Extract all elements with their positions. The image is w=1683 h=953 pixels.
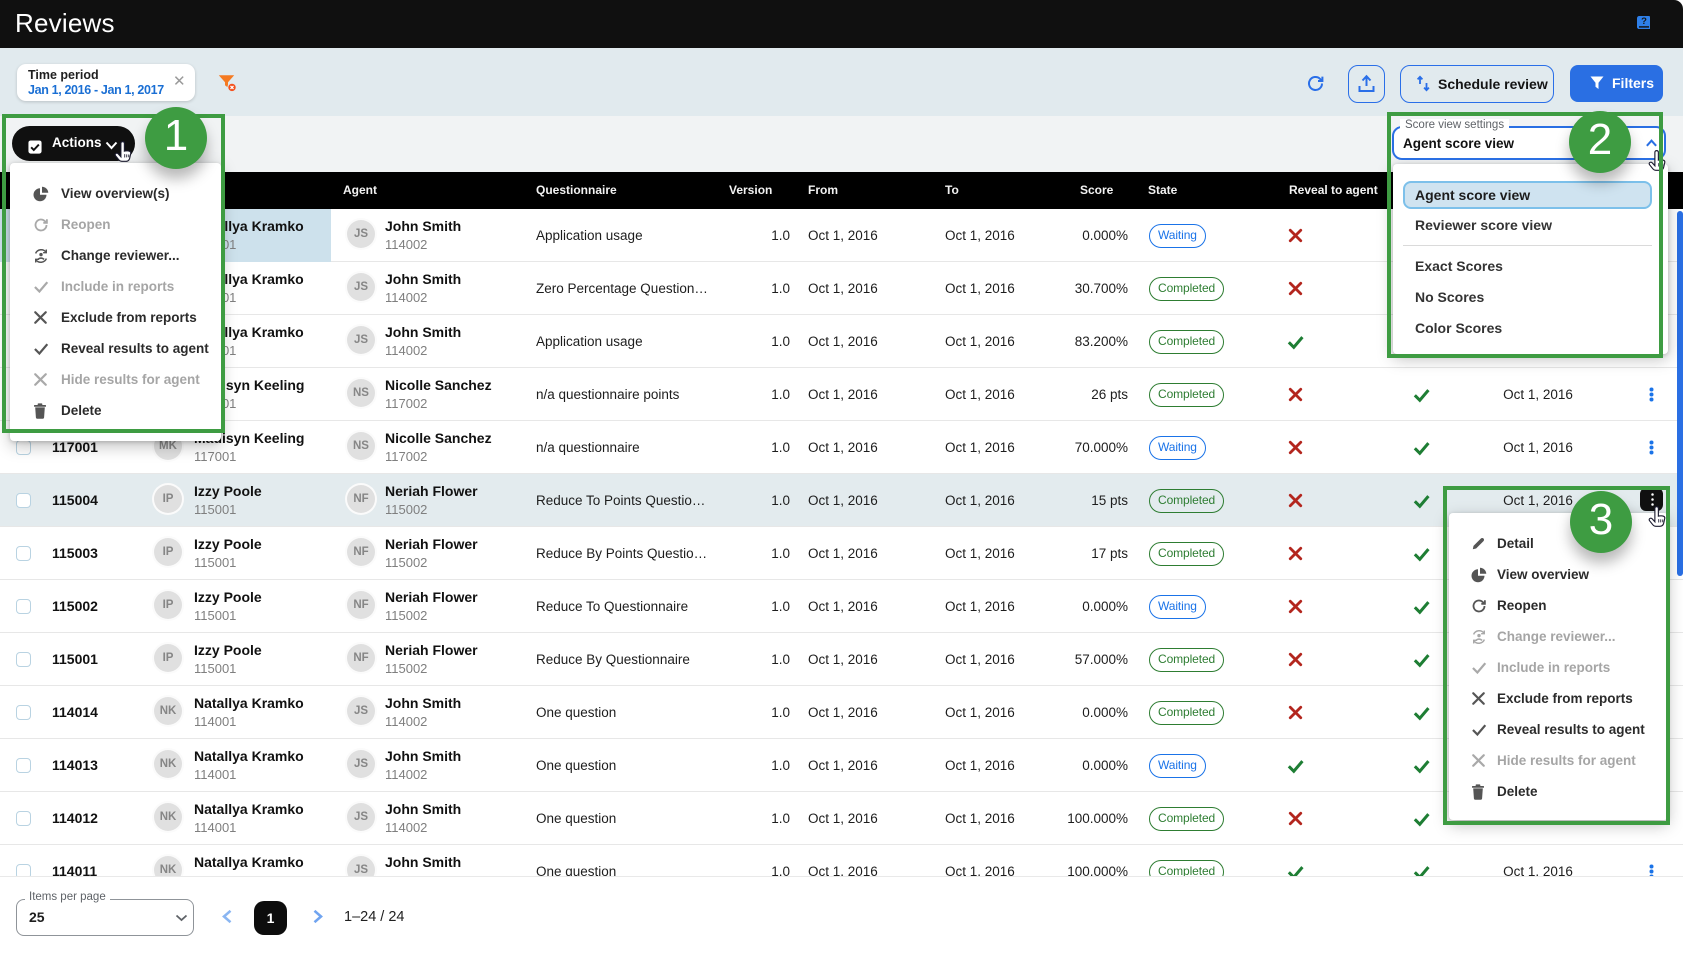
svg-text:?: ? (1641, 16, 1647, 27)
